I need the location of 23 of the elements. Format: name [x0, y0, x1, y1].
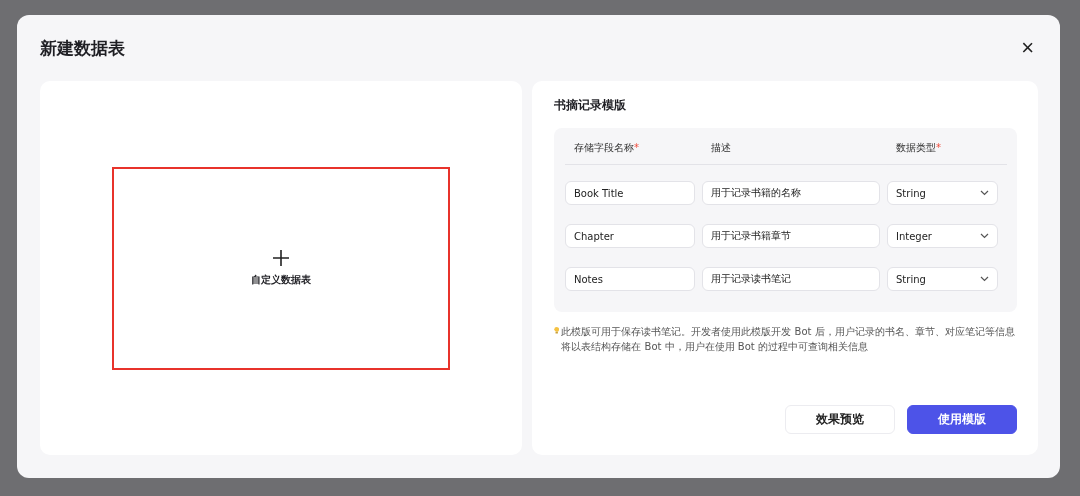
type-select[interactable]: Integer: [887, 224, 998, 248]
chevron-down-icon: [980, 276, 989, 282]
template-title: 书摘记录模版: [554, 97, 627, 114]
custom-table-button[interactable]: 自定义数据表: [112, 166, 450, 370]
chevron-down-icon: [980, 190, 989, 196]
description-input[interactable]: 用于记录书籍章节: [702, 224, 880, 248]
column-header: 描述: [711, 141, 732, 155]
description-input[interactable]: 用于记录读书笔记: [702, 267, 880, 291]
column-header: 数据类型*: [896, 141, 942, 155]
type-select[interactable]: String: [887, 267, 998, 291]
use-template-button[interactable]: 使用模版: [907, 405, 1017, 434]
preview-button[interactable]: 效果预览: [785, 405, 895, 434]
template-description: 此模版可用于保存读书笔记。开发者使用此模版开发 Bot 后，用户记录的书名、章节、对应笔记等信息将以表结构存储在 Bot 中，用户在使用 Bot 的过程中可查询相关信息: [561, 325, 1016, 354]
plus-icon: [272, 249, 290, 267]
description-input[interactable]: 用于记录书籍的名称: [702, 181, 880, 205]
close-button[interactable]: ×: [1017, 37, 1038, 59]
column-header: 存储字段名称*: [574, 141, 640, 155]
dialog-title: 新建数据表: [40, 36, 125, 60]
field-name-input[interactable]: Chapter: [565, 224, 695, 248]
field-name-input[interactable]: Book Title: [565, 181, 695, 205]
type-select[interactable]: String: [887, 181, 998, 205]
chevron-down-icon: [980, 233, 989, 239]
field-name-input[interactable]: Notes: [565, 267, 695, 291]
